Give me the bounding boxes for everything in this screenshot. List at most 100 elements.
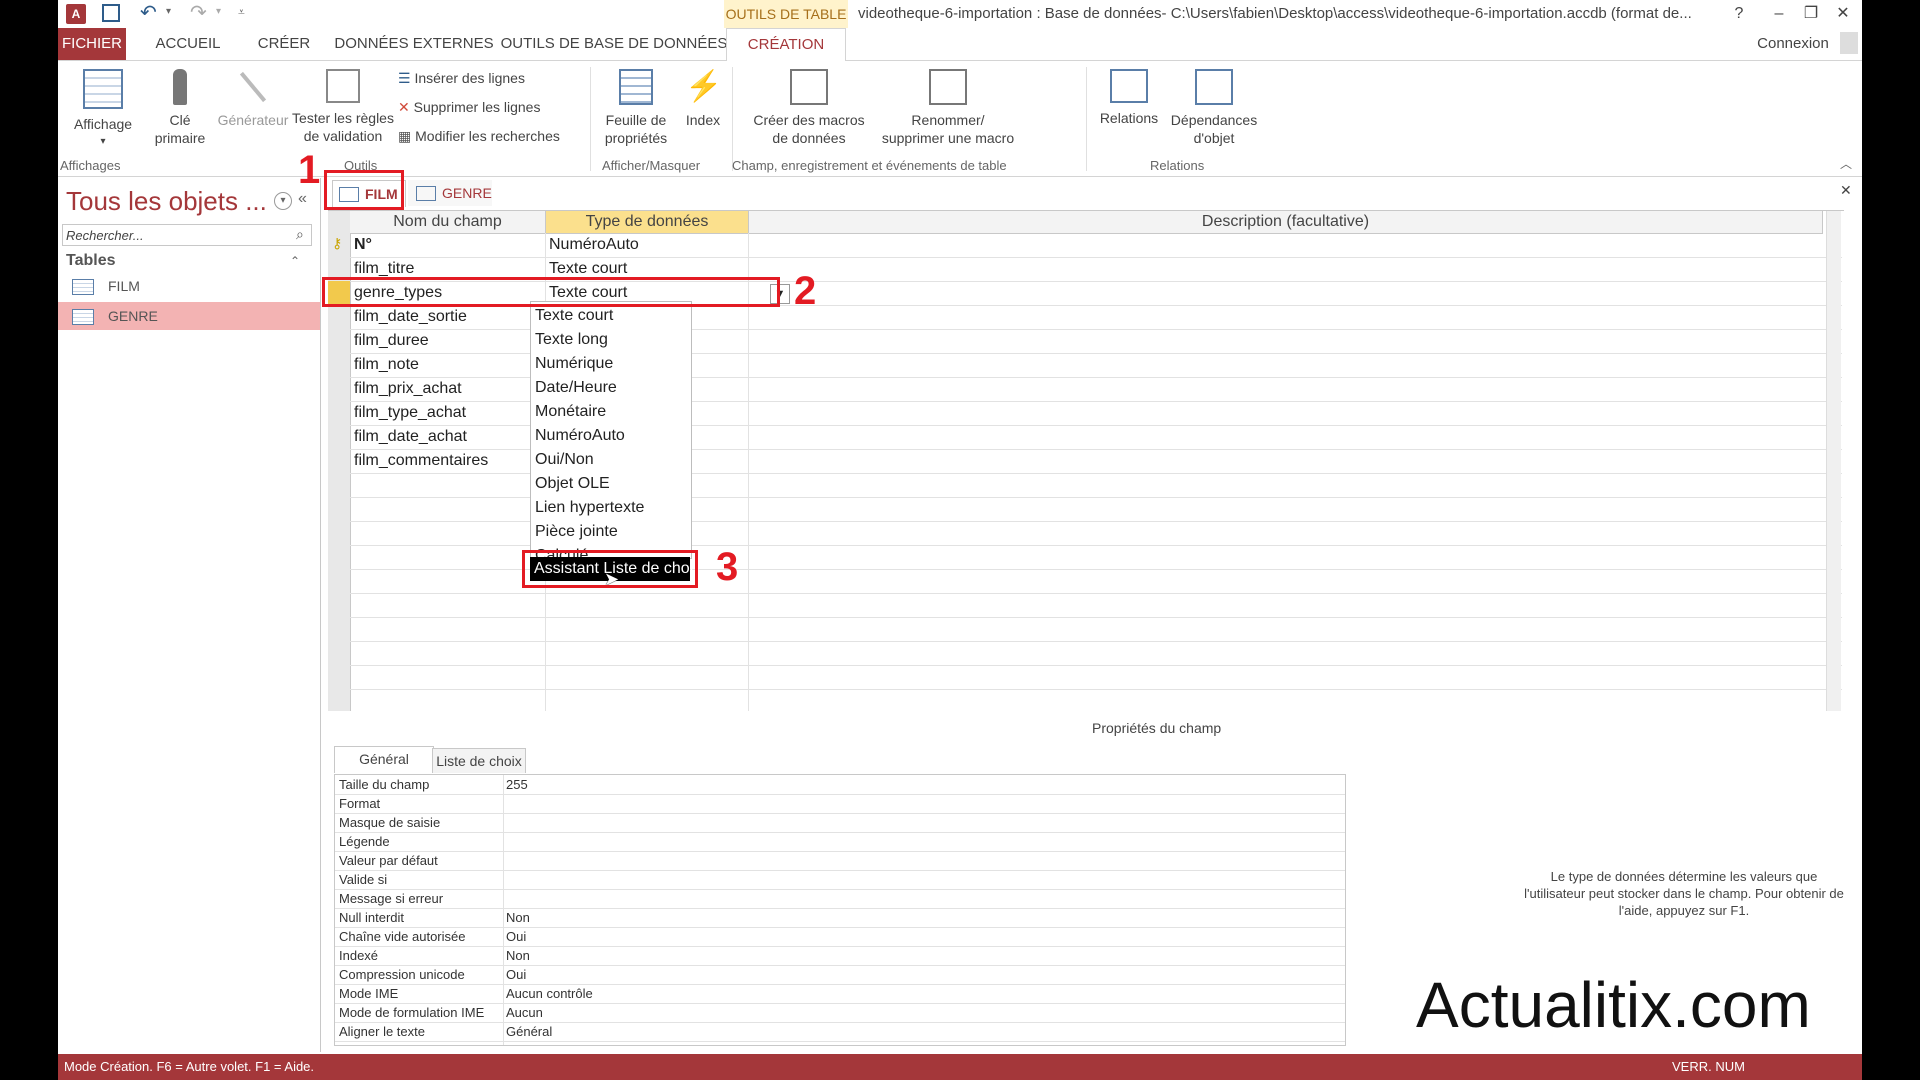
table-row[interactable] bbox=[350, 617, 1842, 642]
property-row[interactable]: Mode IME Aucun contrôle bbox=[335, 984, 1345, 1004]
property-row[interactable]: Message si erreur bbox=[335, 889, 1345, 909]
dropdown-option[interactable]: Objet OLE bbox=[535, 472, 610, 496]
nav-group-header[interactable]: Tables bbox=[66, 252, 116, 270]
help-button[interactable]: ? bbox=[1724, 2, 1754, 26]
property-row[interactable]: Chaîne vide autorisée Oui bbox=[335, 927, 1345, 947]
property-value[interactable]: 255 bbox=[506, 775, 528, 794]
index-button[interactable]: ⚡ Index bbox=[678, 69, 728, 129]
collapse-ribbon-icon[interactable]: ︿ bbox=[1840, 155, 1852, 172]
dropdown-option[interactable]: Date/Heure bbox=[535, 376, 617, 400]
dropdown-option[interactable]: Pièce jointe bbox=[535, 520, 618, 544]
tab-donnees-externes[interactable]: DONNÉES EXTERNES bbox=[334, 28, 494, 60]
table-row[interactable] bbox=[350, 665, 1842, 690]
header-description[interactable]: Description (facultative) bbox=[749, 211, 1823, 234]
primary-key-icon: ⚷ bbox=[332, 235, 343, 251]
table-row[interactable] bbox=[350, 593, 1842, 618]
tab-general[interactable]: Général bbox=[334, 746, 434, 773]
property-row[interactable]: Null interdit Non bbox=[335, 908, 1345, 928]
dropdown-option[interactable]: Texte long bbox=[535, 328, 608, 352]
close-document-icon[interactable]: ✕ bbox=[1840, 182, 1852, 199]
user-avatar-icon[interactable] bbox=[1840, 32, 1858, 54]
vertical-scrollbar[interactable] bbox=[1826, 211, 1841, 711]
nav-menu-chevron-icon[interactable]: ▾ bbox=[274, 192, 292, 210]
relations-button[interactable]: Relations bbox=[1094, 69, 1164, 127]
dropdown-option[interactable]: Oui/Non bbox=[535, 448, 594, 472]
dependances-button[interactable]: Dépendances d'objet bbox=[1164, 69, 1264, 147]
property-value[interactable]: Aucun bbox=[506, 1003, 543, 1022]
field-name-cell[interactable]: film_duree bbox=[354, 329, 429, 353]
modifier-recherches-button[interactable]: ▦ Modifier les recherches bbox=[398, 125, 560, 147]
tab-creation[interactable]: CRÉATION bbox=[726, 28, 846, 62]
property-value[interactable]: Non bbox=[506, 946, 530, 965]
group-label-affichages: Affichages bbox=[60, 158, 121, 173]
tester-regles-button[interactable]: Tester les règles de validation bbox=[284, 69, 402, 145]
feuille-proprietes-button[interactable]: Feuille de propriétés bbox=[594, 69, 678, 147]
property-row[interactable]: Mode de formulation IME Aucun bbox=[335, 1003, 1345, 1023]
property-value[interactable]: Aucun contrôle bbox=[506, 984, 593, 1003]
account-link[interactable]: Connexion bbox=[1748, 28, 1838, 60]
group-collapse-icon[interactable]: ⌃ bbox=[290, 254, 300, 268]
field-name-cell[interactable]: film_date_achat bbox=[354, 425, 467, 449]
ribbon: Affichage ▾ Clé primaire Générateur Test… bbox=[58, 61, 1862, 177]
property-value[interactable]: Non bbox=[506, 908, 530, 927]
table-row[interactable] bbox=[350, 641, 1842, 666]
undo-icon[interactable]: ↶ bbox=[140, 0, 157, 25]
cle-primaire-button[interactable]: Clé primaire bbox=[146, 69, 214, 147]
save-icon[interactable] bbox=[102, 4, 120, 22]
redo-icon[interactable]: ↷ bbox=[190, 0, 207, 25]
header-data-type[interactable]: Type de données bbox=[546, 211, 749, 234]
property-row[interactable]: Compression unicode Oui bbox=[335, 965, 1345, 985]
inserer-lignes-button[interactable]: ☰ Insérer des lignes bbox=[398, 67, 525, 89]
data-type-dropdown-list[interactable]: Texte court Texte long Numérique Date/He… bbox=[530, 301, 692, 559]
property-row[interactable]: Aligner le texte Général bbox=[335, 1022, 1345, 1042]
undo-dropdown-icon[interactable]: ▾ bbox=[166, 6, 171, 17]
data-type-cell[interactable]: NuméroAuto bbox=[549, 233, 639, 257]
close-button[interactable]: ✕ bbox=[1828, 2, 1858, 26]
field-name-cell[interactable]: film_date_sortie bbox=[354, 305, 467, 329]
search-icon[interactable]: ⌕ bbox=[296, 226, 304, 243]
field-name-cell[interactable]: film_note bbox=[354, 353, 419, 377]
dropdown-option[interactable]: NuméroAuto bbox=[535, 424, 625, 448]
property-row[interactable]: Valide si bbox=[335, 870, 1345, 890]
supprimer-lignes-button[interactable]: ✕ Supprimer les lignes bbox=[398, 96, 540, 118]
tab-accueil[interactable]: ACCUEIL bbox=[140, 28, 236, 60]
nav-item-film[interactable]: FILM bbox=[58, 272, 320, 300]
tab-liste-de-choix[interactable]: Liste de choix bbox=[432, 748, 526, 773]
dropdown-option[interactable]: Lien hypertexte bbox=[535, 496, 644, 520]
renommer-macro-button[interactable]: Renommer/ supprimer une macro bbox=[858, 69, 1038, 147]
nav-title[interactable]: Tous les objets ... bbox=[66, 186, 267, 217]
nav-item-genre[interactable]: GENRE bbox=[58, 302, 320, 330]
field-name-cell[interactable]: film_commentaires bbox=[354, 449, 488, 473]
tab-outils-bdd[interactable]: OUTILS DE BASE DE DONNÉES bbox=[500, 28, 728, 60]
access-icon[interactable]: A bbox=[66, 4, 86, 24]
property-row[interactable]: Taille du champ 255 bbox=[335, 775, 1345, 795]
customize-qat-icon[interactable]: ⩡ bbox=[238, 5, 245, 20]
affichage-button[interactable]: Affichage ▾ bbox=[60, 69, 146, 151]
table-row[interactable]: N° NuméroAuto bbox=[350, 233, 1842, 258]
tab-creer[interactable]: CRÉER bbox=[242, 28, 326, 60]
property-value[interactable]: Général bbox=[506, 1022, 552, 1041]
minimize-button[interactable]: – bbox=[1764, 2, 1794, 26]
property-row[interactable]: Indexé Non bbox=[335, 946, 1345, 966]
property-row[interactable]: Masque de saisie bbox=[335, 813, 1345, 833]
property-row[interactable]: Légende bbox=[335, 832, 1345, 852]
tester-label: Tester les règles de validation bbox=[292, 110, 394, 144]
property-row[interactable]: Valeur par défaut bbox=[335, 851, 1345, 871]
dropdown-option[interactable]: Numérique bbox=[535, 352, 613, 376]
tab-fichier[interactable]: FICHIER bbox=[58, 28, 126, 60]
redo-dropdown-icon[interactable]: ▾ bbox=[216, 6, 221, 17]
doc-tab-genre[interactable]: GENRE bbox=[408, 180, 492, 206]
property-value[interactable]: Oui bbox=[506, 927, 526, 946]
property-row[interactable]: Format bbox=[335, 794, 1345, 814]
dropdown-option[interactable]: Monétaire bbox=[535, 400, 606, 424]
field-name-cell[interactable]: film_type_achat bbox=[354, 401, 466, 425]
header-field-name[interactable]: Nom du champ bbox=[350, 211, 546, 234]
renommer-label: Renommer/ supprimer une macro bbox=[881, 112, 1015, 146]
restore-button[interactable]: ❐ bbox=[1796, 2, 1826, 26]
field-name-cell[interactable]: film_prix_achat bbox=[354, 377, 462, 401]
field-name-cell[interactable]: N° bbox=[354, 233, 372, 257]
lightning-icon: ⚡ bbox=[685, 70, 723, 103]
nav-search-input[interactable]: Rechercher... bbox=[62, 224, 312, 246]
property-value[interactable]: Oui bbox=[506, 965, 526, 984]
dropdown-option[interactable]: Texte court bbox=[535, 304, 613, 328]
